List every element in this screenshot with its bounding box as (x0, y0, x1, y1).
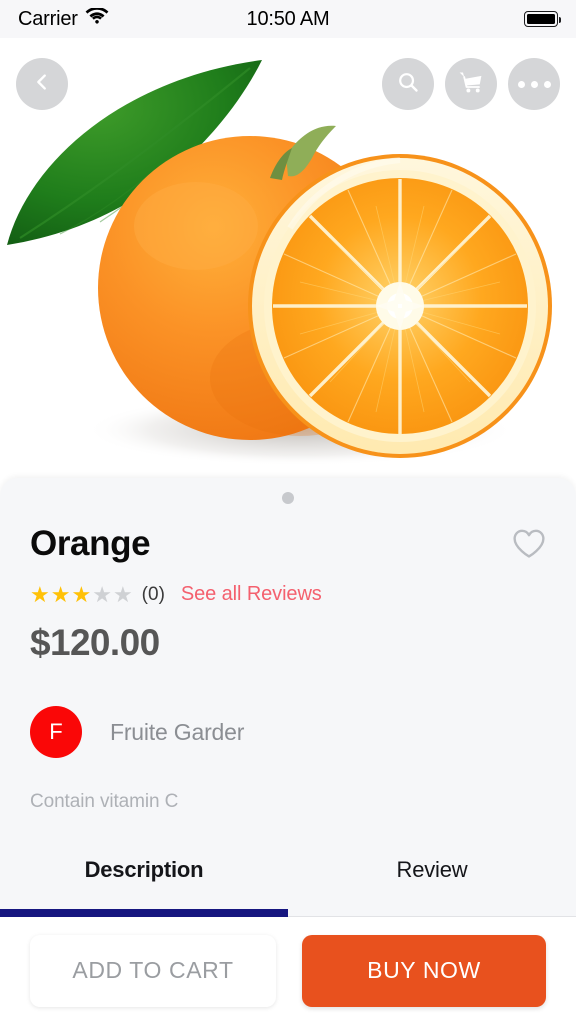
favorite-button[interactable] (512, 528, 546, 564)
tab-review[interactable]: Review (288, 845, 576, 909)
star-filled-icon: ★ (50, 581, 71, 607)
chevron-left-icon (31, 71, 53, 98)
add-to-cart-button[interactable]: ADD TO CART (30, 934, 276, 1007)
buy-now-button[interactable]: BUY NOW (302, 934, 546, 1007)
carrier-label: Carrier (18, 7, 78, 30)
review-count: (0) (141, 583, 165, 605)
shopping-cart-icon (458, 69, 484, 100)
star-filled-icon: ★ (30, 581, 50, 607)
tab-bar: Description Review (0, 845, 576, 917)
seller-name: Fruite Garder (110, 718, 245, 745)
top-action-bar (0, 58, 576, 110)
battery-icon (524, 11, 562, 27)
status-bar-right (524, 11, 562, 27)
back-button[interactable] (16, 58, 68, 110)
see-all-reviews-link[interactable]: See all Reviews (181, 583, 322, 606)
cart-button[interactable] (445, 58, 497, 110)
product-price: $120.00 (30, 622, 160, 663)
star-empty-icon: ★ (112, 581, 133, 607)
product-description: Contain vitamin C (30, 791, 179, 812)
bottom-action-bar: ADD TO CART BUY NOW (0, 917, 576, 1024)
search-icon (396, 70, 420, 99)
product-info-body: Orange ★ ★ ★ ★ ★ (0) See all Reviews $12… (0, 478, 576, 813)
search-button[interactable] (382, 58, 434, 110)
star-rating: ★ ★ ★ ★ ★ (30, 581, 133, 607)
heart-outline-icon (512, 529, 546, 563)
tab-description[interactable]: Description (0, 845, 288, 909)
rating-row: ★ ★ ★ ★ ★ (0) See all Reviews (30, 583, 546, 606)
star-filled-icon: ★ (71, 581, 92, 607)
avatar: F (30, 706, 82, 758)
product-title-row: Orange (30, 526, 546, 564)
seller-row[interactable]: F Fruite Garder (30, 706, 546, 758)
status-bar: Carrier 10:50 AM (0, 0, 576, 38)
product-detail-screen: Carrier 10:50 AM Orange ★ ★ ★ ★ ★ (0) Se… (0, 0, 576, 1024)
more-horizontal-icon (517, 80, 551, 88)
top-action-bar-right (382, 58, 560, 110)
tab-indicator-active (0, 909, 288, 917)
status-bar-left: Carrier (18, 7, 109, 31)
page-title: Orange (30, 524, 151, 563)
star-empty-icon: ★ (92, 581, 112, 607)
wifi-icon (85, 7, 109, 30)
tab-labels: Description Review (0, 845, 576, 909)
more-options-button[interactable] (508, 58, 560, 110)
